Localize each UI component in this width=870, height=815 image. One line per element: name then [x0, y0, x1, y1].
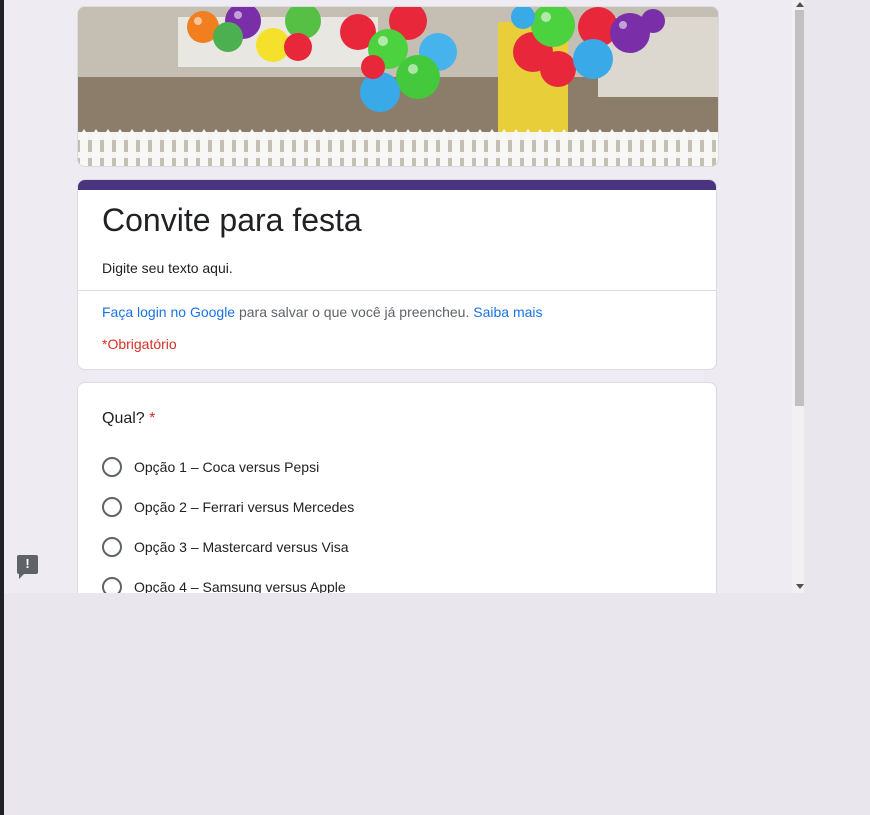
radio-option-2[interactable]: Opção 2 – Ferrari versus Mercedes	[102, 495, 354, 519]
scroll-up-arrow-icon[interactable]	[796, 2, 804, 7]
header-divider	[78, 290, 716, 291]
login-prompt: Faça login no Google para salvar o que v…	[102, 304, 543, 320]
option-label: Opção 4 – Samsung versus Apple	[134, 579, 346, 593]
question-title: Qual? *	[102, 410, 155, 428]
required-note: *Obrigatório	[102, 336, 177, 352]
form-description: Digite seu texto aqui.	[102, 260, 233, 276]
form-viewport: Convite para festa Digite seu texto aqui…	[4, 0, 804, 593]
learn-more-link[interactable]: Saiba mais	[473, 304, 542, 320]
radio-button[interactable]	[102, 577, 122, 593]
scroll-down-arrow-icon[interactable]	[796, 584, 804, 589]
radio-button[interactable]	[102, 497, 122, 517]
option-label: Opção 2 – Ferrari versus Mercedes	[134, 499, 355, 515]
report-problem-icon[interactable]: !	[17, 555, 38, 579]
form-header-card: Convite para festa Digite seu texto aqui…	[77, 179, 717, 370]
login-prompt-text: para salvar o que você já preencheu.	[235, 304, 474, 320]
radio-option-4[interactable]: Opção 4 – Samsung versus Apple	[102, 575, 346, 593]
header-banner-image	[77, 6, 719, 167]
vertical-scrollbar[interactable]	[792, 0, 804, 593]
form-title: Convite para festa	[102, 202, 362, 238]
option-label: Opção 3 – Mastercard versus Visa	[134, 539, 349, 555]
scrollbar-thumb[interactable]	[795, 10, 804, 406]
radio-button[interactable]	[102, 457, 122, 477]
question-card: Qual? * Opção 1 – Coca versus Pepsi Opçã…	[77, 382, 717, 593]
google-login-link[interactable]: Faça login no Google	[102, 304, 235, 320]
radio-option-1[interactable]: Opção 1 – Coca versus Pepsi	[102, 455, 319, 479]
form-accent-bar	[78, 180, 716, 190]
radio-button[interactable]	[102, 537, 122, 557]
question-title-text: Qual?	[102, 410, 150, 427]
option-label: Opção 1 – Coca versus Pepsi	[134, 459, 320, 475]
radio-option-3[interactable]: Opção 3 – Mastercard versus Visa	[102, 535, 349, 559]
required-asterisk: *	[149, 410, 156, 427]
